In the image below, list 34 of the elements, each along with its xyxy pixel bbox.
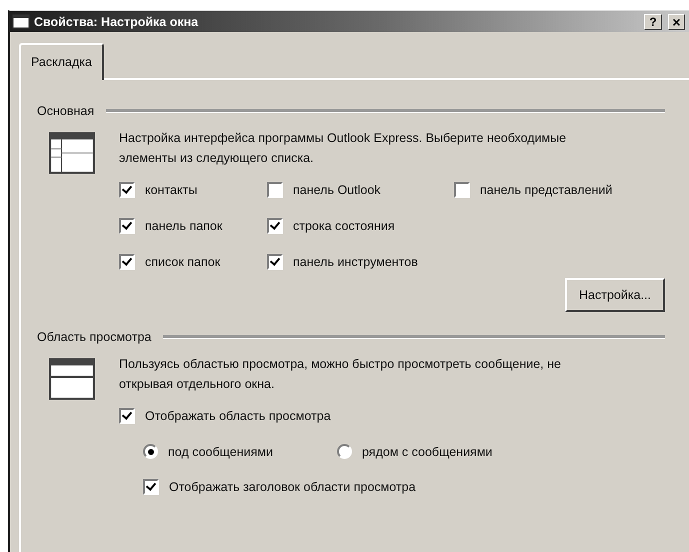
option-label: список папок <box>145 255 220 269</box>
option-label: Отображать заголовок области просмотра <box>169 480 416 494</box>
option-label: панель представлений <box>480 183 612 197</box>
window-icon <box>12 13 30 30</box>
checkbox[interactable] <box>119 182 135 198</box>
help-button[interactable]: ? <box>644 14 662 30</box>
option-label: панель инструментов <box>293 255 418 269</box>
radio-button[interactable] <box>143 444 158 459</box>
group-title: Область просмотра <box>37 330 152 344</box>
description-text: Настройка интерфейса программы Outlook Express. Выберите необходимые элементы из следующего списка. <box>119 130 568 167</box>
description-text: Пользуясь областью просмотра, можно быстро просмотреть сообщение, не открывая отдельного окна. <box>119 356 562 393</box>
window-title: Свойства: Настройка окна <box>34 14 200 28</box>
option-label: рядом с сообщениями <box>362 444 492 458</box>
checkbox[interactable] <box>119 408 135 424</box>
checkbox[interactable] <box>143 479 159 495</box>
group-title: Основная <box>37 104 94 118</box>
option-label: под сообщениями <box>168 444 273 458</box>
checkbox[interactable] <box>454 182 470 198</box>
checkbox[interactable] <box>119 218 135 234</box>
checkbox[interactable] <box>267 254 283 270</box>
option-label: панель папок <box>145 219 222 233</box>
checkbox[interactable] <box>119 254 135 270</box>
tab[interactable]: Раскладка <box>19 43 104 80</box>
close-button[interactable]: × <box>668 14 685 30</box>
option-label: контакты <box>145 183 198 197</box>
radio-button[interactable] <box>337 444 352 459</box>
checkbox[interactable] <box>267 218 283 234</box>
option-label: строка состояния <box>293 219 395 233</box>
option-label: Отображать область просмотра <box>145 409 331 423</box>
settings-button[interactable]: Настройка... <box>565 278 665 312</box>
window-layout-icon <box>49 358 95 400</box>
window-layout-icon <box>49 132 95 174</box>
checkbox[interactable] <box>267 182 283 198</box>
option-label: панель Outlook <box>293 183 381 197</box>
